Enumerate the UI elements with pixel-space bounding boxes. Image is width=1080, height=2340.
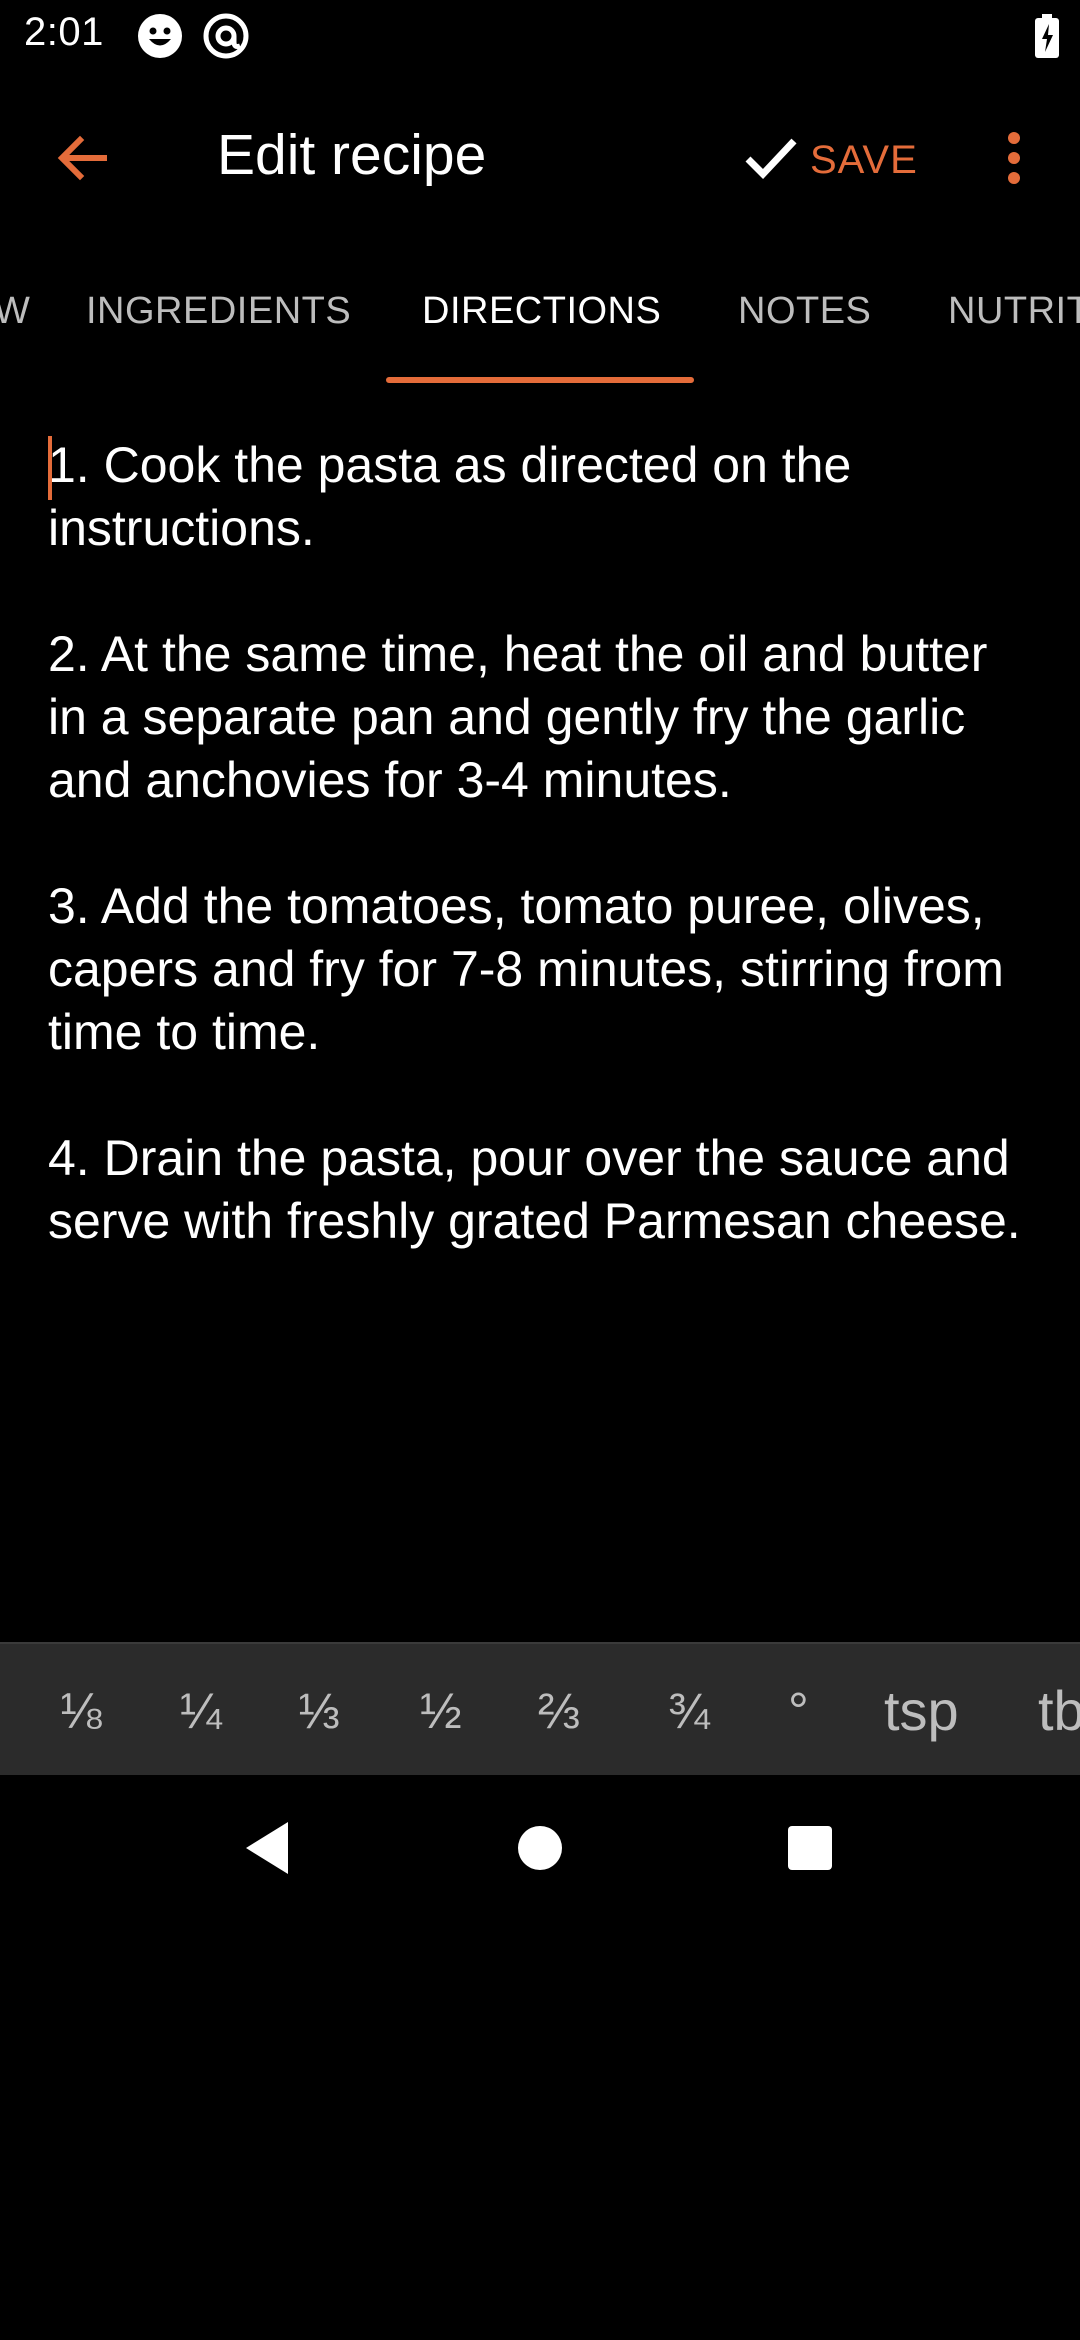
- nav-home-button[interactable]: [505, 1815, 575, 1885]
- back-button[interactable]: [40, 118, 124, 202]
- fraction-one-eighth[interactable]: ⅛: [60, 1682, 102, 1740]
- emoji-face-icon: [136, 12, 184, 60]
- save-label: SAVE: [810, 137, 918, 182]
- more-vert-icon: [1006, 130, 1022, 191]
- fraction-two-thirds[interactable]: ⅔: [538, 1682, 580, 1740]
- system-nav-bar: [0, 1775, 1080, 1920]
- direction-step: 2. At the same time, heat the oil and bu…: [48, 626, 988, 808]
- app-bar: Edit recipe SAVE: [0, 90, 1080, 220]
- degree-symbol[interactable]: °: [788, 1682, 809, 1742]
- tab-notes[interactable]: NOTES: [738, 290, 871, 333]
- tab-overview[interactable]: W: [0, 290, 30, 333]
- page-title: Edit recipe: [217, 123, 487, 187]
- check-icon: [742, 129, 800, 192]
- home-circle-icon: [516, 1824, 564, 1877]
- unit-tsp[interactable]: tsp: [884, 1678, 959, 1743]
- unit-tbsp[interactable]: tb: [1038, 1678, 1080, 1743]
- tab-nutrition[interactable]: NUTRIT: [948, 290, 1080, 333]
- arrow-left-icon: [54, 130, 110, 191]
- screen: 2:01 Edit recipe SAVE W INGREDIENTS DIRE…: [0, 0, 1080, 2340]
- save-button[interactable]: SAVE: [742, 120, 918, 200]
- nav-back-button[interactable]: [232, 1815, 302, 1885]
- nav-recents-button[interactable]: [775, 1815, 845, 1885]
- tab-indicator: [386, 377, 694, 383]
- direction-step: 4. Drain the pasta, pour over the sauce …: [48, 1130, 1021, 1249]
- fraction-shortcut-bar: ⅛ ¼ ⅓ ½ ⅔ ¾ ° tsp tb: [0, 1642, 1080, 1775]
- overflow-menu-button[interactable]: [990, 120, 1038, 200]
- tab-bar: W INGREDIENTS DIRECTIONS NOTES NUTRIT: [0, 260, 1080, 385]
- fraction-one-third[interactable]: ⅓: [298, 1682, 340, 1740]
- tab-ingredients[interactable]: INGREDIENTS: [86, 290, 351, 333]
- text-cursor: [48, 436, 52, 500]
- status-bar: 2:01: [0, 0, 1080, 72]
- fraction-one-quarter[interactable]: ¼: [180, 1682, 222, 1740]
- at-circle-icon: [202, 12, 250, 60]
- status-time: 2:01: [24, 10, 104, 54]
- battery-charging-icon: [1034, 14, 1060, 58]
- fraction-one-half[interactable]: ½: [420, 1682, 462, 1740]
- fraction-three-quarters[interactable]: ¾: [668, 1682, 710, 1740]
- directions-editor[interactable]: 1. Cook the pasta as directed on the ins…: [48, 434, 1038, 1316]
- back-triangle-icon: [242, 1820, 292, 1881]
- direction-step: 1. Cook the pasta as directed on the ins…: [48, 437, 852, 556]
- direction-step: 3. Add the tomatoes, tomato puree, olive…: [48, 878, 1004, 1060]
- recents-square-icon: [786, 1824, 834, 1877]
- tab-directions[interactable]: DIRECTIONS: [422, 290, 661, 333]
